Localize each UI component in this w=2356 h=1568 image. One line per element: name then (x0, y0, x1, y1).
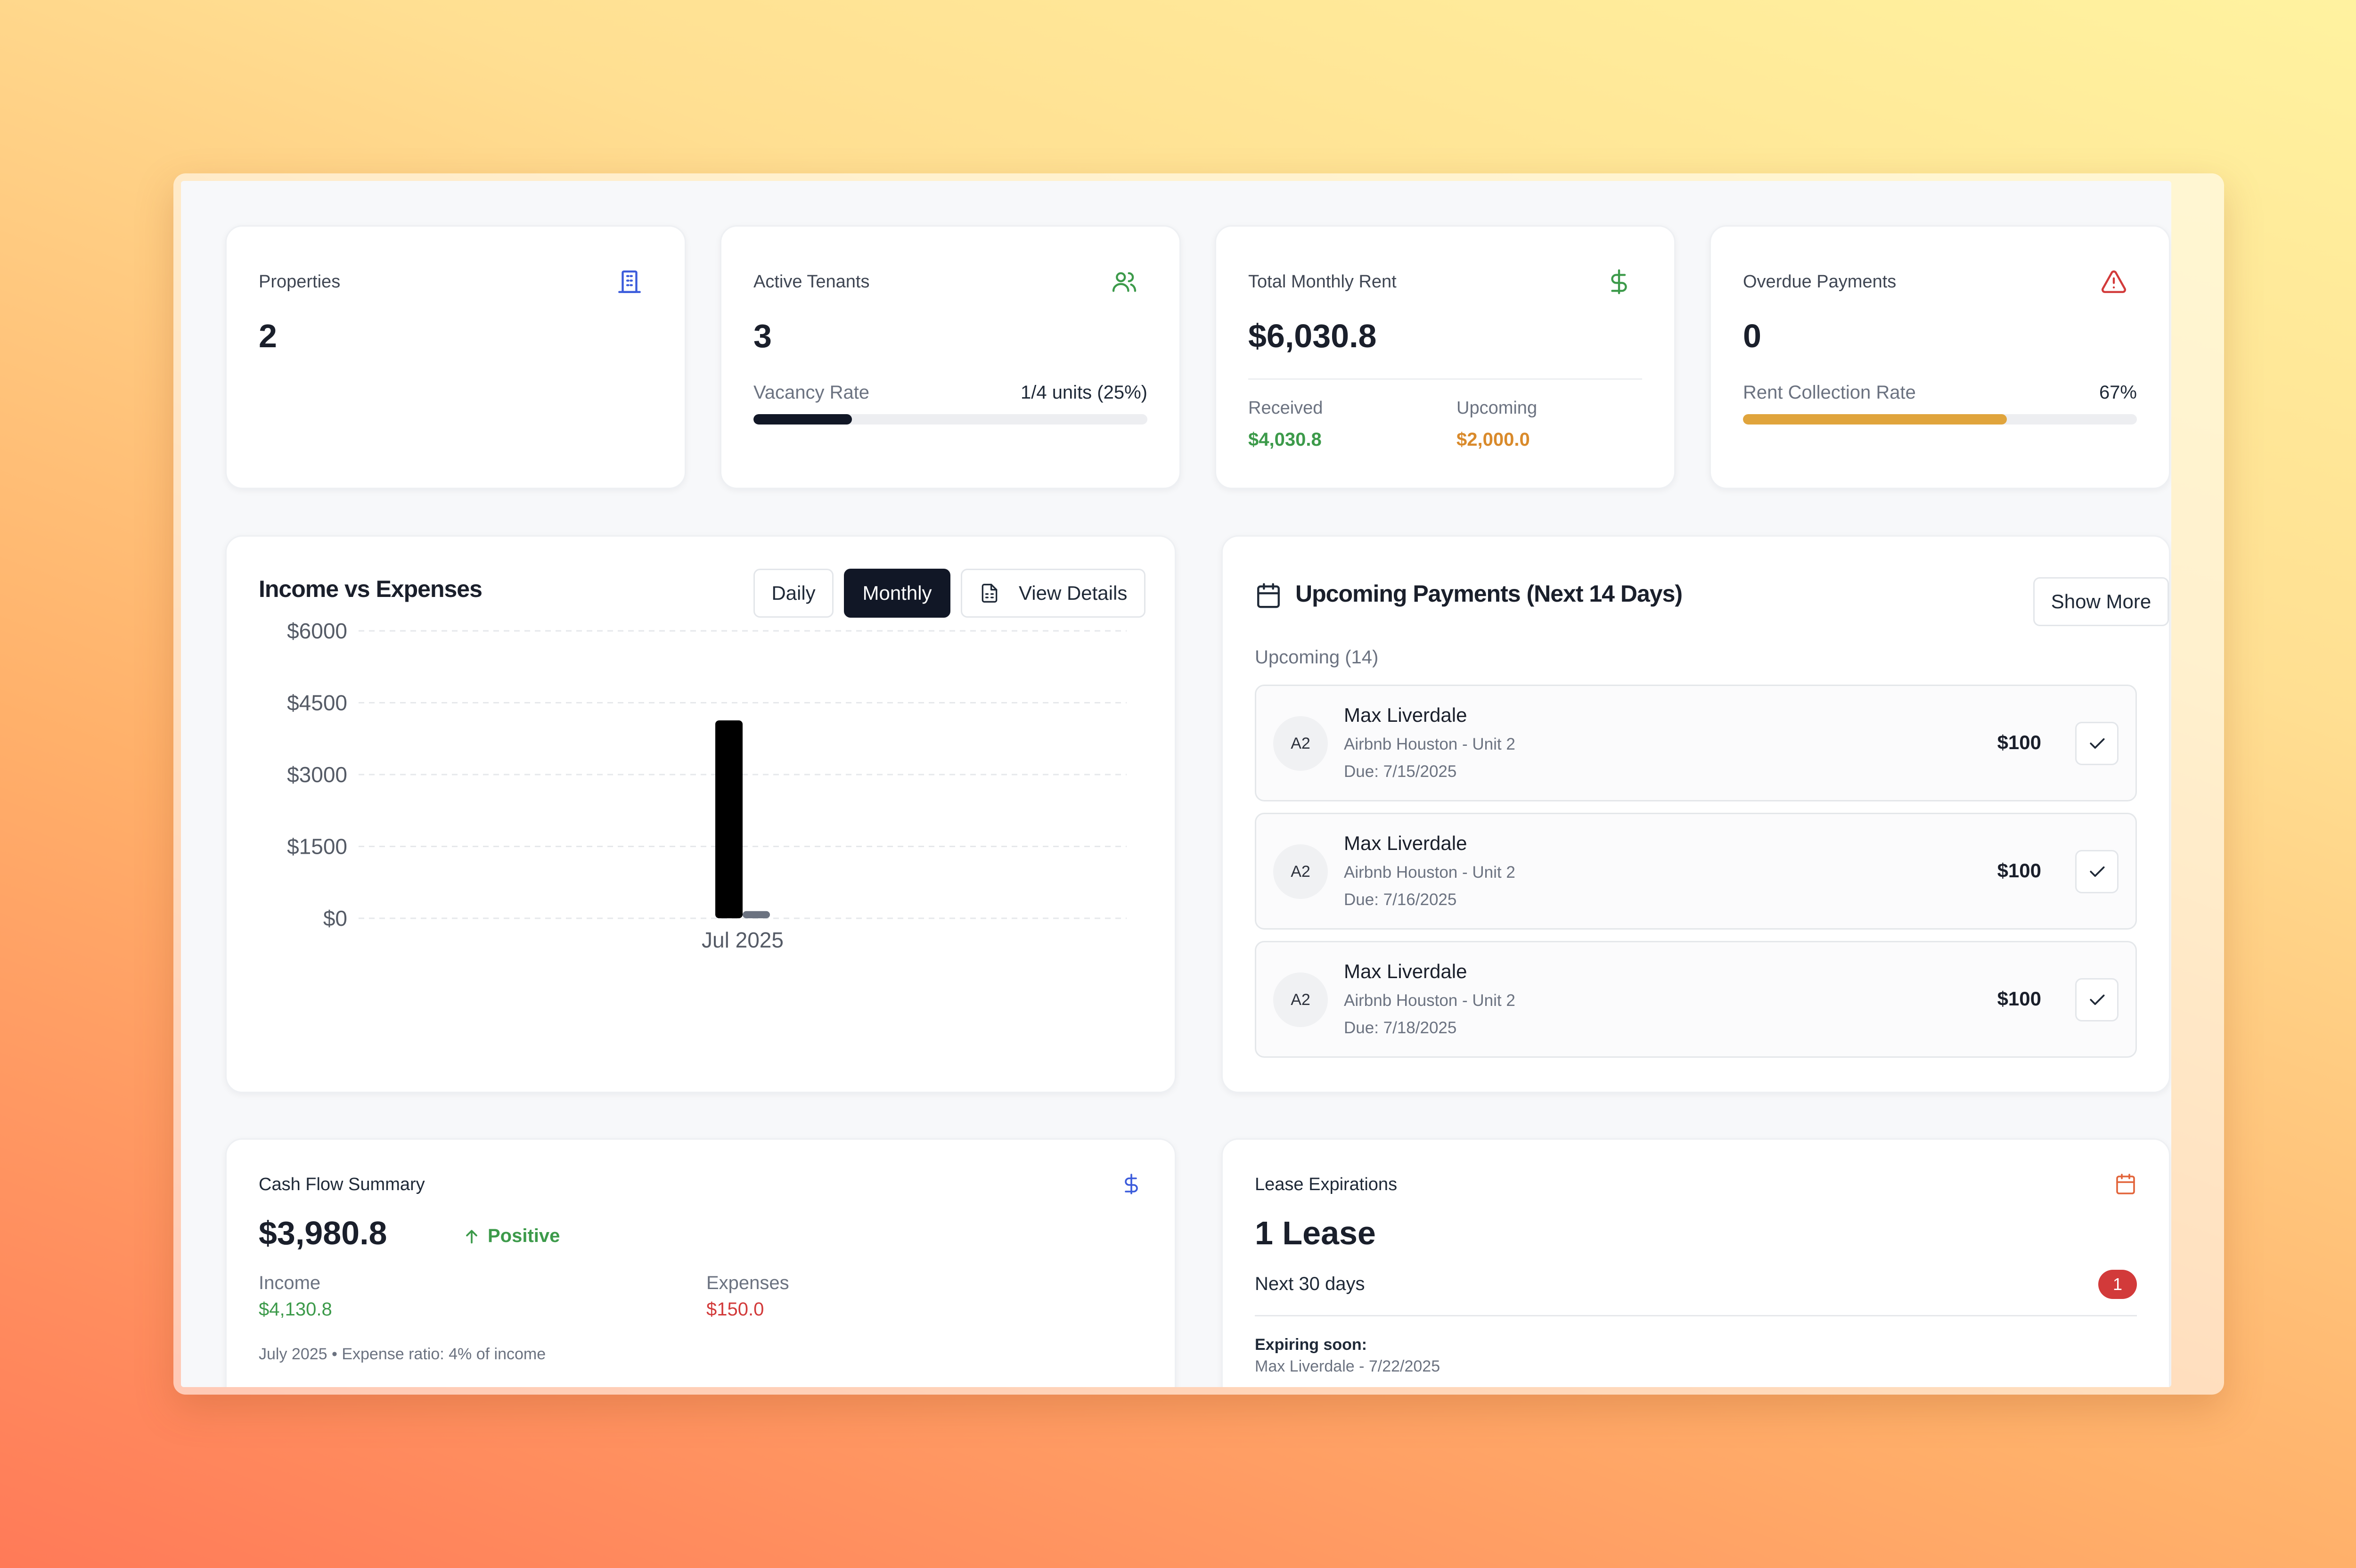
expenses-label: Expenses (706, 1273, 789, 1293)
upcoming-payments-title: Upcoming Payments (Next 14 Days) (1295, 580, 1683, 607)
payment-property: Airbnb Houston - Unit 2 (1344, 991, 1515, 1010)
lease-value: 1 Lease (1255, 1215, 1376, 1251)
daily-button[interactable]: Daily (753, 569, 834, 618)
calendar-icon (1257, 583, 1280, 608)
monthly-rent-label: Total Monthly Rent (1248, 272, 1397, 292)
payment-amount: $100 (1997, 731, 2041, 753)
expiring-soon-detail: Max Liverdale - 7/22/2025 (1255, 1357, 1440, 1375)
payment-item[interactable]: A2 Max Liverdale Airbnb Houston - Unit 2… (1255, 685, 2137, 801)
payment-tenant-name: Max Liverdale (1344, 960, 1467, 982)
payment-item[interactable]: A2 Max Liverdale Airbnb Houston - Unit 2… (1255, 941, 2137, 1058)
active-tenants-value: 3 (753, 318, 772, 354)
lease-count-badge: 1 (2098, 1270, 2137, 1299)
income-label: Income (259, 1273, 321, 1293)
payment-due-date: Due: 7/15/2025 (1344, 762, 1457, 781)
avatar: A2 (1273, 716, 1328, 771)
payment-tenant-name: Max Liverdale (1344, 832, 1467, 854)
mark-paid-button[interactable] (2075, 850, 2119, 893)
income-expenses-chart: $6000 $4500 $3000 $1500 $0 Jul 2025 (287, 621, 1127, 952)
payment-property: Airbnb Houston - Unit 2 (1344, 735, 1515, 753)
vacancy-bar-fill (753, 414, 852, 425)
y-tick-label: $0 (323, 906, 347, 931)
building-icon (618, 270, 641, 293)
cash-flow-footer: July 2025 • Expense ratio: 4% of income (259, 1345, 546, 1363)
expenses-value: $150.0 (706, 1299, 764, 1320)
payment-amount: $100 (1997, 988, 2041, 1010)
upcoming-section-label: Upcoming (14) (1255, 647, 1379, 668)
lease-period-label: Next 30 days (1255, 1274, 1365, 1294)
payment-item[interactable]: A2 Max Liverdale Airbnb Houston - Unit 2… (1255, 813, 2137, 930)
collection-bar-fill (1743, 414, 2007, 425)
lease-expirations-card[interactable]: Lease Expirations 1 Lease Next 30 days 1… (1221, 1138, 2170, 1387)
users-icon (1112, 272, 1137, 292)
file-icon (982, 584, 998, 603)
properties-label: Properties (259, 272, 341, 292)
check-icon (2090, 995, 2105, 1005)
alert-triangle-icon (2102, 270, 2126, 293)
collection-bar (1743, 414, 2137, 425)
monthly-rent-card[interactable]: Total Monthly Rent $6,030.8 Received $4,… (1215, 225, 1676, 489)
cash-flow-label: Cash Flow Summary (259, 1175, 425, 1194)
properties-card[interactable]: Properties 2 (225, 225, 686, 489)
arrow-up-icon (466, 1230, 477, 1243)
vacancy-value: 1/4 units (25%) (1020, 382, 1147, 403)
bar-series-1[interactable] (743, 911, 770, 918)
lease-divider (1255, 1315, 2137, 1316)
dashboard: Properties 2 Active Tenants 3 Vacancy Ra… (181, 181, 2171, 1387)
overdue-value: 0 (1743, 318, 1761, 354)
income-chart-title: Income vs Expenses (259, 576, 483, 602)
payment-due-date: Due: 7/16/2025 (1344, 890, 1457, 909)
view-details-label: View Details (1019, 582, 1128, 604)
properties-value: 2 (259, 318, 277, 354)
collection-row: Rent Collection Rate 67% (1743, 382, 2137, 403)
income-expenses-card: Income vs Expenses Daily Monthly View De… (225, 535, 1176, 1093)
payment-tenant-name: Max Liverdale (1344, 704, 1467, 726)
income-value: $4,130.8 (259, 1299, 332, 1320)
y-tick-label: $3000 (287, 762, 347, 787)
y-tick-label: $1500 (287, 834, 347, 859)
y-tick-label: $6000 (287, 621, 347, 643)
received-value: $4,030.8 (1248, 429, 1322, 450)
lease-label: Lease Expirations (1255, 1175, 1398, 1194)
cash-flow-value: $3,980.8 (259, 1215, 387, 1251)
bar-series-0[interactable] (715, 720, 743, 918)
collection-label: Rent Collection Rate (1743, 382, 1916, 403)
payment-property: Airbnb Houston - Unit 2 (1344, 863, 1515, 882)
show-more-button[interactable]: Show More (2033, 577, 2169, 626)
cash-flow-trend-label: Positive (488, 1225, 560, 1246)
upcoming-value: $2,000.0 (1456, 429, 1530, 450)
rent-divider (1248, 378, 1642, 380)
view-details-button[interactable]: View Details (961, 569, 1145, 618)
calendar-icon (2116, 1174, 2135, 1194)
vacancy-label: Vacancy Rate (753, 382, 870, 403)
y-tick-label: $4500 (287, 691, 347, 715)
vacancy-row: Vacancy Rate 1/4 units (25%) (753, 382, 1147, 403)
expiring-soon-label: Expiring soon: (1255, 1336, 1367, 1354)
monthly-rent-value: $6,030.8 (1248, 318, 1377, 354)
x-tick-label: Jul 2025 (702, 928, 784, 952)
monthly-button[interactable]: Monthly (844, 569, 950, 618)
check-icon (2090, 738, 2105, 749)
mark-paid-button[interactable] (2075, 722, 2119, 765)
cash-flow-card[interactable]: Cash Flow Summary $3,980.8 Positive Inco… (225, 1138, 1176, 1387)
received-label: Received (1248, 398, 1323, 418)
collection-value: 67% (2099, 382, 2137, 403)
mark-paid-button[interactable] (2075, 978, 2119, 1021)
check-icon (2090, 866, 2105, 877)
upcoming-label: Upcoming (1456, 398, 1538, 418)
payment-due-date: Due: 7/18/2025 (1344, 1019, 1457, 1037)
overdue-payments-card[interactable]: Overdue Payments 0 Rent Collection Rate … (1710, 225, 2170, 489)
avatar: A2 (1273, 844, 1328, 899)
avatar: A2 (1273, 972, 1328, 1027)
vacancy-bar (753, 414, 1147, 425)
dollar-icon (1125, 1174, 1138, 1194)
upcoming-payments-card: Upcoming Payments (Next 14 Days) Show Mo… (1221, 535, 2170, 1093)
active-tenants-card[interactable]: Active Tenants 3 Vacancy Rate 1/4 units … (720, 225, 1181, 489)
active-tenants-label: Active Tenants (753, 272, 870, 292)
dollar-icon (1611, 269, 1627, 294)
cash-flow-trend: Positive (462, 1225, 560, 1247)
overdue-label: Overdue Payments (1743, 272, 1897, 292)
payment-amount: $100 (1997, 859, 2041, 882)
